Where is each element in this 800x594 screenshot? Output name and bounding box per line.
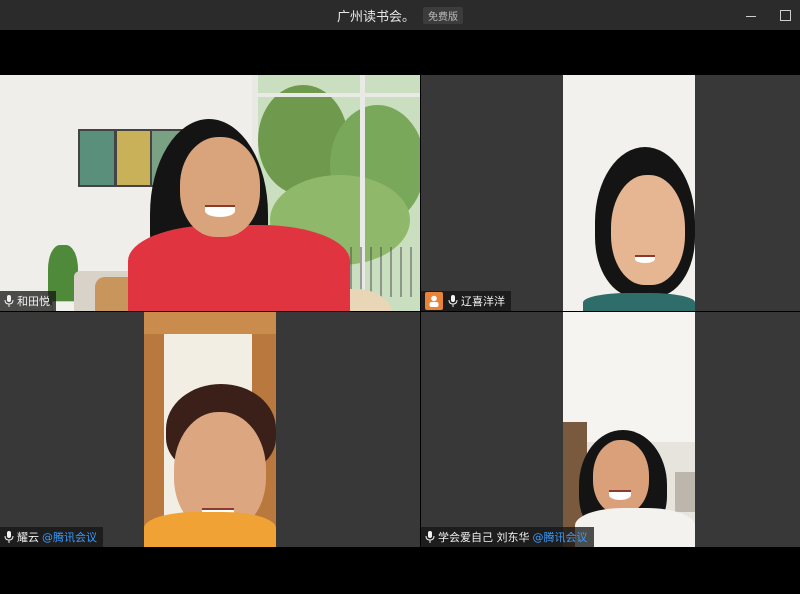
participant-nametag: 辽喜洋洋 (421, 291, 511, 311)
participant-video (563, 75, 695, 311)
top-spacer (0, 30, 800, 75)
user-avatar-icon (425, 292, 443, 310)
tencent-meeting-suffix: @腾讯会议 (42, 531, 97, 544)
video-tile-1[interactable]: 和田悦 (0, 75, 420, 311)
maximize-icon (779, 9, 791, 21)
microphone-icon[interactable] (4, 531, 14, 543)
maximize-button[interactable] (768, 0, 800, 30)
free-version-badge: 免费版 (423, 6, 463, 24)
microphone-icon[interactable] (4, 295, 14, 307)
minimize-icon (746, 15, 756, 17)
participant-name: 辽喜洋洋 (461, 295, 505, 308)
video-tile-2[interactable]: 辽喜洋洋 (421, 75, 800, 311)
video-tile-4[interactable]: 学会爱自己 刘东华 @腾讯会议 (421, 312, 800, 547)
participant-name: 学会爱自己 刘东华 (438, 531, 530, 544)
bottom-spacer (0, 547, 800, 594)
participant-nametag: 学会爱自己 刘东华 @腾讯会议 (421, 527, 594, 547)
tencent-meeting-suffix: @腾讯会议 (532, 531, 588, 544)
microphone-icon[interactable] (448, 295, 458, 307)
participant-name: 和田悦 (17, 295, 50, 308)
participant-video (0, 75, 420, 311)
participant-nametag: 耀云 @腾讯会议 (0, 527, 103, 547)
participant-video (144, 312, 276, 547)
minimize-button[interactable] (734, 0, 768, 30)
participant-name: 耀云 (17, 531, 39, 544)
participant-nametag: 和田悦 (0, 291, 56, 311)
meeting-title: 广州读书会。 (336, 9, 415, 25)
title-bar: 广州读书会。 免费版 (0, 0, 800, 30)
video-tile-3[interactable]: 耀云 @腾讯会议 (0, 312, 420, 547)
microphone-icon[interactable] (425, 531, 435, 543)
participant-video (563, 312, 695, 547)
